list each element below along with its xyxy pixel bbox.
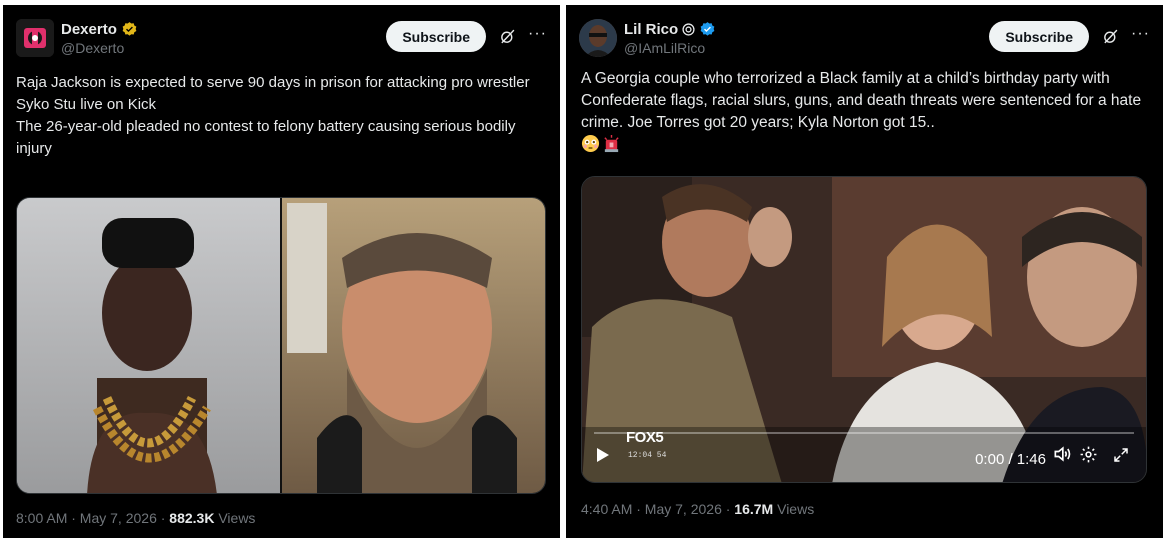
tweet-lil-rico[interactable]: Lil Rico @IAmLilRico Subscribe ··· A Geo… bbox=[566, 5, 1163, 538]
avatar[interactable] bbox=[579, 19, 617, 57]
author-handle[interactable]: @IAmLilRico bbox=[624, 40, 716, 56]
tweet-header: Lil Rico @IAmLilRico Subscribe ··· bbox=[579, 19, 1150, 63]
verified-blue-icon bbox=[699, 21, 716, 38]
channel-clock: 12:04 54 bbox=[628, 451, 667, 460]
fullscreen-icon[interactable] bbox=[1112, 446, 1130, 469]
video-player[interactable]: FOX5 12:04 54 0:00 / 1:46 bbox=[581, 176, 1147, 483]
police-light-icon bbox=[602, 134, 621, 160]
settings-gear-icon[interactable] bbox=[1079, 445, 1098, 469]
views-count: 882.3K bbox=[169, 510, 215, 526]
subscribe-button[interactable]: Subscribe bbox=[989, 21, 1090, 52]
tweet-paragraph: The 26-year-old pleaded no contest to fe… bbox=[16, 118, 516, 157]
avatar[interactable] bbox=[16, 19, 54, 57]
views-count: 16.7M bbox=[734, 501, 774, 517]
volume-icon[interactable] bbox=[1052, 444, 1072, 469]
tweet-meta: 8:00 AM · May 7, 2026 · 882.3K Views bbox=[16, 510, 255, 526]
tweet-meta: 4:40 AM · May 7, 2026 · 16.7M Views bbox=[581, 501, 814, 517]
tweet-header: Dexerto @Dexerto Subscribe ··· bbox=[16, 19, 547, 63]
video-progress-bar[interactable] bbox=[594, 432, 1134, 434]
grok-icon[interactable] bbox=[498, 28, 516, 46]
tweet-image[interactable] bbox=[16, 197, 546, 494]
tweet-dexerto[interactable]: Dexerto @Dexerto Subscribe ··· Raja Jack… bbox=[3, 5, 560, 538]
flushed-face-icon bbox=[581, 134, 600, 160]
timestamp[interactable]: 8:00 AM · May 7, 2026 · bbox=[16, 510, 169, 526]
author-name[interactable]: Dexerto bbox=[61, 21, 117, 38]
video-time: 0:00 / 1:46 bbox=[975, 451, 1046, 468]
author-handle[interactable]: @Dexerto bbox=[61, 40, 138, 56]
tweet-text: A Georgia couple who terrorized a Black … bbox=[581, 68, 1151, 160]
tweet-paragraph: A Georgia couple who terrorized a Black … bbox=[581, 70, 1142, 131]
more-options-icon[interactable]: ··· bbox=[528, 25, 547, 42]
views-label: Views bbox=[773, 501, 815, 517]
affiliate-icon bbox=[682, 22, 695, 36]
play-icon[interactable] bbox=[596, 447, 610, 468]
more-options-icon[interactable]: ··· bbox=[1131, 25, 1150, 42]
author-name[interactable]: Lil Rico bbox=[624, 21, 678, 38]
verified-gold-icon bbox=[121, 21, 138, 38]
grok-icon[interactable] bbox=[1101, 28, 1119, 46]
timestamp[interactable]: 4:40 AM · May 7, 2026 · bbox=[581, 501, 734, 517]
tweet-paragraph: Raja Jackson is expected to serve 90 day… bbox=[16, 74, 530, 113]
subscribe-button[interactable]: Subscribe bbox=[386, 21, 487, 52]
tweet-text: Raja Jackson is expected to serve 90 day… bbox=[16, 72, 546, 160]
views-label: Views bbox=[214, 510, 256, 526]
